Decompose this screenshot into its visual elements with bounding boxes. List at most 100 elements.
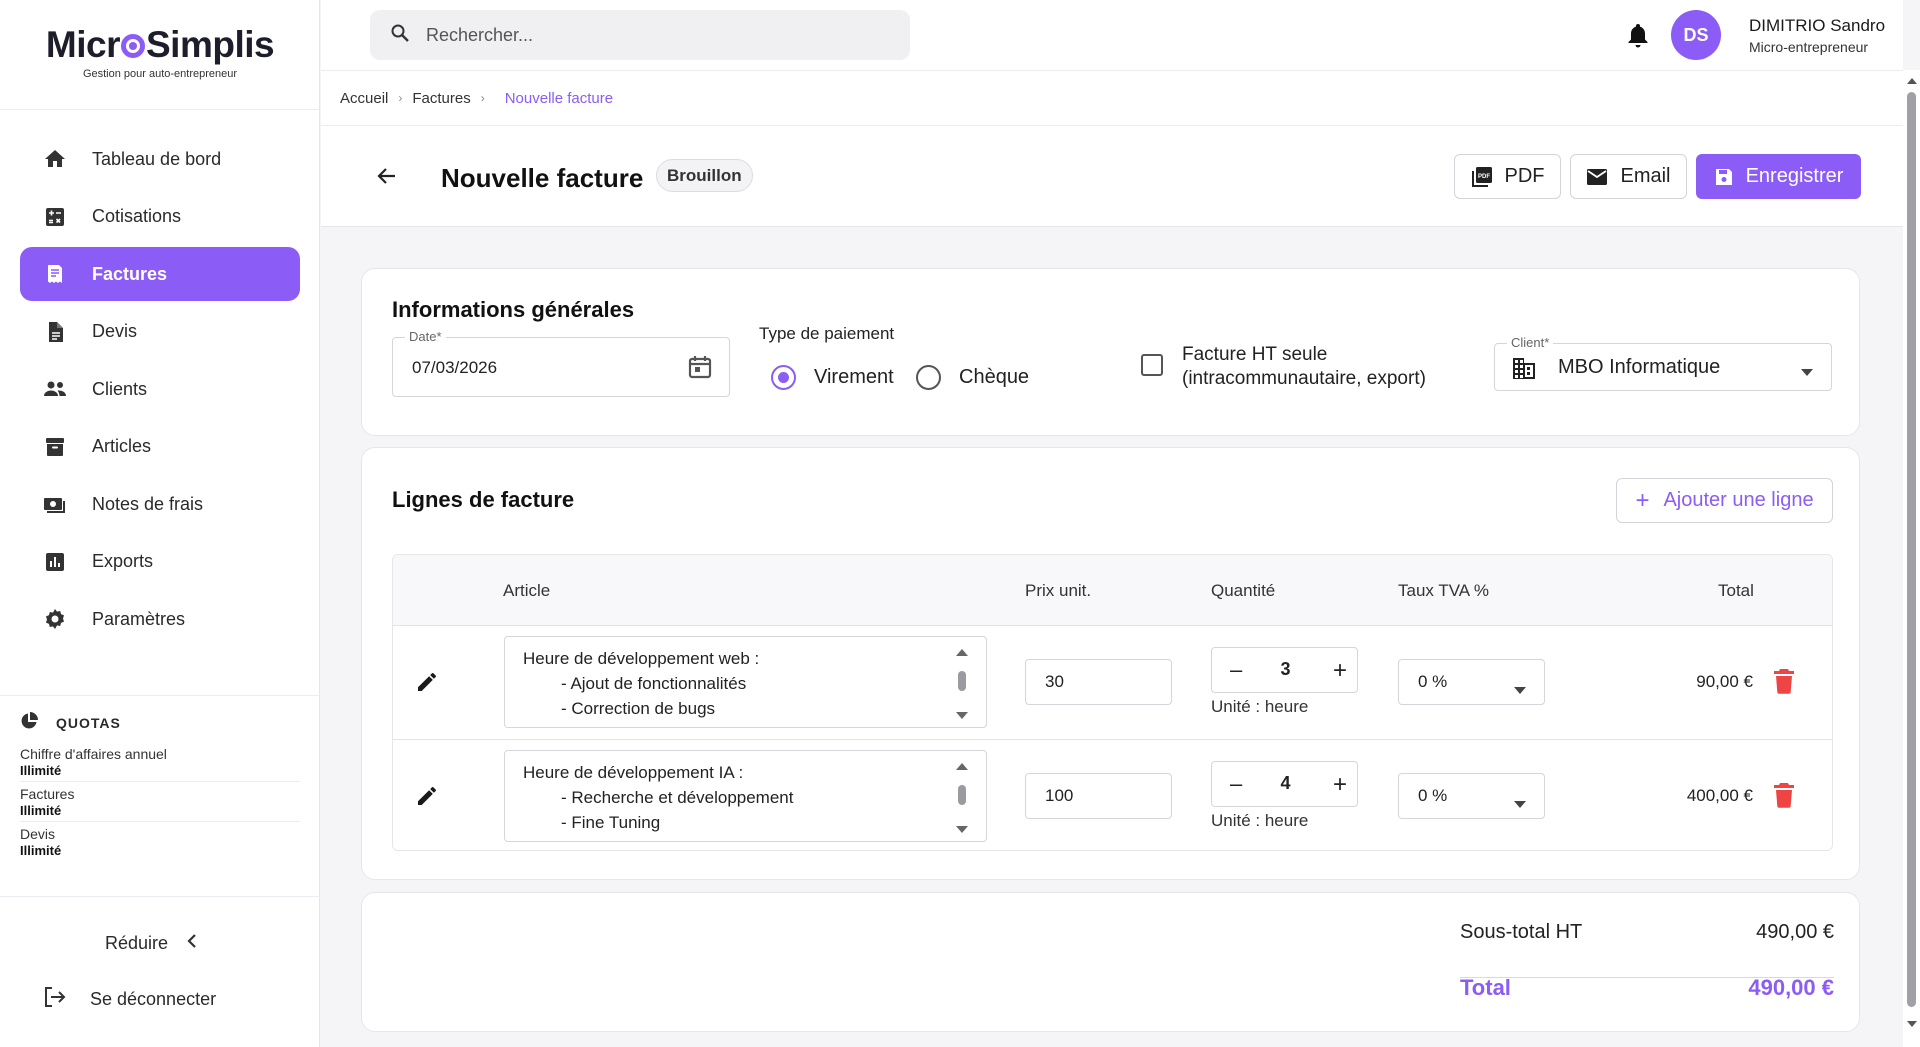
column-header-price: Prix unit. (1025, 581, 1092, 600)
tva-value: 0 % (1418, 672, 1448, 691)
status-badge: Brouillon (656, 159, 753, 192)
sidebar-item-devis[interactable]: Devis (20, 305, 300, 359)
sidebar-item-dashboard[interactable]: Tableau de bord (20, 132, 300, 186)
sidebar-item-label: Devis (92, 321, 138, 341)
scroll-thumb[interactable] (1907, 92, 1916, 1007)
scroll-down-icon[interactable] (956, 712, 968, 719)
sidebar-item-label: Notes de frais (92, 493, 204, 514)
tva-value: 0 % (1418, 786, 1448, 805)
sidebar-item-label: Clients (92, 378, 148, 399)
client-field-label: Client* (1507, 335, 1554, 350)
delete-trash-icon[interactable] (1773, 782, 1795, 813)
line-description-item: - Recherche et développement (561, 788, 794, 807)
date-field[interactable]: Date* 07/03/2026 (392, 329, 730, 397)
reduce-sidebar-button[interactable]: Réduire (105, 933, 198, 954)
sidebar-item-cotisations[interactable]: Cotisations (20, 190, 300, 244)
gear-icon (42, 606, 68, 632)
textarea-scrollbar[interactable] (956, 645, 968, 721)
back-arrow-icon[interactable] (375, 164, 399, 193)
sidebar-item-label: Articles (92, 436, 152, 456)
ht-only-checkbox[interactable] (1141, 354, 1163, 376)
email-button[interactable]: Email (1570, 154, 1687, 199)
client-select[interactable]: Client* MBO Informatique (1494, 335, 1832, 391)
search-bar[interactable] (370, 10, 910, 60)
logo-title: Micr Simplis (45, 24, 275, 65)
calculator-icon (42, 204, 68, 230)
breadcrumb-section[interactable]: Factures (412, 90, 470, 107)
quota-item: Devis Illimité (20, 822, 300, 861)
increment-icon[interactable]: + (1333, 657, 1347, 685)
quantity-stepper: – 3 + (1211, 647, 1358, 693)
ht-only-label[interactable]: Facture HT seule (intracommunautaire, ex… (1182, 343, 1426, 391)
logout-label: Se déconnecter (90, 989, 217, 1009)
payment-radio-virement[interactable]: Virement (771, 365, 894, 390)
sidebar-item-label: Factures (92, 263, 168, 284)
invoice-lines-card: Lignes de facture + Ajouter une ligne Ar… (361, 447, 1860, 880)
scroll-up-icon[interactable] (956, 763, 968, 770)
save-button[interactable]: Enregistrer (1696, 154, 1861, 199)
line-description-textarea[interactable]: Heure de développement IA : - Recherche … (504, 750, 987, 842)
quota-label: Devis (20, 826, 56, 842)
breadcrumb-current: Nouvelle facture (504, 89, 614, 107)
edit-pencil-icon[interactable] (415, 670, 439, 699)
payment-type-label: Type de paiement (759, 324, 895, 343)
unit-label: Unité : heure (1211, 811, 1309, 830)
payment-radio-cheque[interactable]: Chèque (916, 365, 1029, 390)
line-description-item: - Ajout de fonctionnalités (561, 674, 747, 693)
home-icon (42, 146, 68, 172)
sidebar-item-clients[interactable]: Clients (20, 362, 300, 416)
textarea-scrollbar[interactable] (956, 759, 968, 835)
logo[interactable]: Micr Simplis Gestion pour auto-entreprene… (0, 0, 320, 110)
unit-price-input[interactable]: 30 (1025, 659, 1172, 705)
sidebar-item-label: Paramètres (92, 608, 186, 629)
sidebar-item-factures[interactable]: Factures (20, 247, 300, 301)
notification-bell-icon[interactable] (1626, 22, 1650, 53)
add-line-button[interactable]: + Ajouter une ligne (1616, 478, 1833, 523)
breadcrumb-home[interactable]: Accueil (340, 90, 388, 107)
people-icon (42, 376, 68, 402)
delete-trash-icon[interactable] (1773, 668, 1795, 699)
subtotal-label: Sous-total HT (1460, 921, 1583, 943)
page-scrollbar[interactable] (1903, 70, 1920, 1047)
quota-item: Factures Illimité (20, 782, 300, 822)
radio-unchecked-icon (916, 365, 941, 390)
column-header-quantity: Quantité (1211, 581, 1276, 600)
calendar-icon[interactable] (687, 354, 713, 385)
sidebar-item-notes-de-frais[interactable]: Notes de frais (20, 477, 300, 531)
scroll-up-icon[interactable] (956, 649, 968, 656)
search-input[interactable] (426, 24, 886, 46)
scroll-down-icon[interactable] (1907, 1021, 1917, 1027)
money-icon (42, 491, 68, 517)
tva-select[interactable]: 0 % (1398, 773, 1545, 819)
user-info[interactable]: DIMITRIO Sandro Micro-entrepreneur (1749, 16, 1885, 55)
date-field-label: Date* (405, 329, 446, 344)
scroll-up-icon[interactable] (1907, 78, 1917, 84)
chart-icon (42, 549, 68, 575)
sidebar-item-exports[interactable]: Exports (20, 535, 300, 589)
scroll-thumb[interactable] (958, 785, 966, 805)
scroll-down-icon[interactable] (956, 826, 968, 833)
save-label: Enregistrer (1745, 165, 1844, 187)
unit-price-input[interactable]: 100 (1025, 773, 1172, 819)
quota-label: Factures (20, 786, 75, 802)
pdf-button[interactable]: PDF PDF (1454, 154, 1561, 199)
increment-icon[interactable]: + (1333, 771, 1347, 799)
total-label: Total (1460, 975, 1511, 1000)
reduce-label: Réduire (105, 933, 169, 953)
email-label: Email (1620, 165, 1671, 187)
avatar[interactable]: DS (1671, 10, 1721, 60)
line-description-textarea[interactable]: Heure de développement web : - Ajout de … (504, 636, 987, 728)
user-role: Micro-entrepreneur (1749, 39, 1869, 55)
line-description-title: Heure de développement web : (523, 649, 760, 668)
tva-select[interactable]: 0 % (1398, 659, 1545, 705)
line-description-item: - Fine Tuning (561, 813, 661, 832)
scroll-thumb[interactable] (958, 671, 966, 691)
pdf-icon: PDF (1471, 166, 1493, 188)
logout-button[interactable]: Se déconnecter (42, 985, 216, 1014)
sidebar-item-articles[interactable]: Articles (20, 420, 300, 474)
quota-item: Chiffre d'affaires annuel Illimité (20, 742, 300, 782)
sidebar-item-parametres[interactable]: Paramètres (20, 592, 300, 646)
logo-tagline: Gestion pour auto-entrepreneur (82, 68, 238, 80)
plus-icon: + (1635, 486, 1650, 514)
edit-pencil-icon[interactable] (415, 784, 439, 813)
